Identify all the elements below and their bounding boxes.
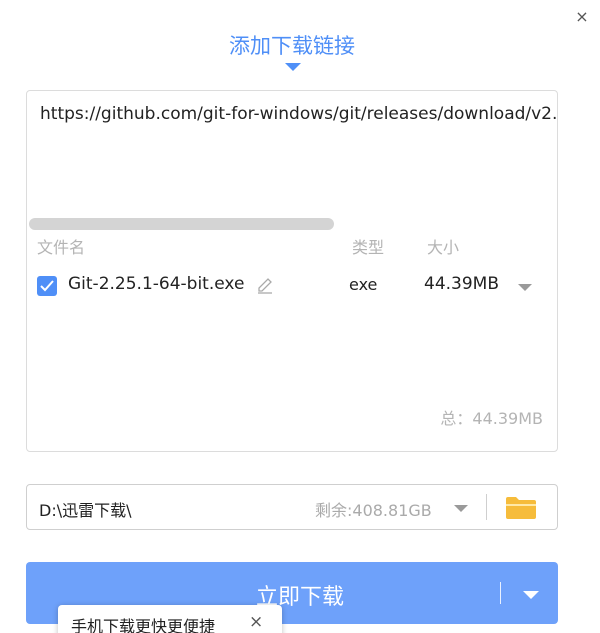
free-space-label: 剩余:408.81GB	[315, 501, 432, 520]
chevron-down-icon[interactable]	[518, 284, 532, 291]
tooltip-text: 手机下载更快更便捷	[71, 617, 216, 633]
download-options-dropdown-icon[interactable]	[523, 591, 539, 599]
edit-pencil-icon[interactable]	[255, 276, 275, 296]
file-type: exe	[349, 275, 378, 294]
file-checkbox[interactable]	[37, 276, 57, 296]
divider	[500, 582, 501, 604]
file-size: 44.39MB	[424, 274, 499, 294]
check-icon	[40, 280, 54, 292]
horizontal-scrollbar[interactable]	[29, 218, 334, 230]
close-button[interactable]: ×	[572, 7, 592, 27]
file-name[interactable]: Git-2.25.1-64-bit.exe	[68, 274, 244, 294]
path-dropdown-icon[interactable]	[454, 505, 468, 512]
tab-caret-icon	[285, 63, 301, 71]
dialog-title-tab: 添加下载链接	[229, 34, 355, 58]
column-header-type: 类型	[352, 238, 385, 257]
save-path-field[interactable]: D:\迅雷下载\ 剩余:408.81GB	[26, 484, 558, 530]
folder-icon[interactable]	[504, 495, 538, 521]
divider	[486, 494, 487, 520]
link-panel: https://github.com/git-for-windows/git/r…	[26, 90, 558, 452]
file-row: Git-2.25.1-64-bit.exe exe 44.39MB	[27, 269, 557, 301]
total-size: 总：44.39MB	[440, 409, 543, 428]
save-path-text[interactable]: D:\迅雷下载\	[39, 497, 132, 521]
column-header-name: 文件名	[37, 238, 86, 257]
tooltip-close-icon[interactable]: ×	[249, 612, 263, 632]
mobile-download-tooltip: 手机下载更快更便捷 ×	[58, 605, 282, 633]
column-header-size: 大小	[427, 238, 460, 257]
url-input[interactable]: https://github.com/git-for-windows/git/r…	[40, 104, 557, 124]
